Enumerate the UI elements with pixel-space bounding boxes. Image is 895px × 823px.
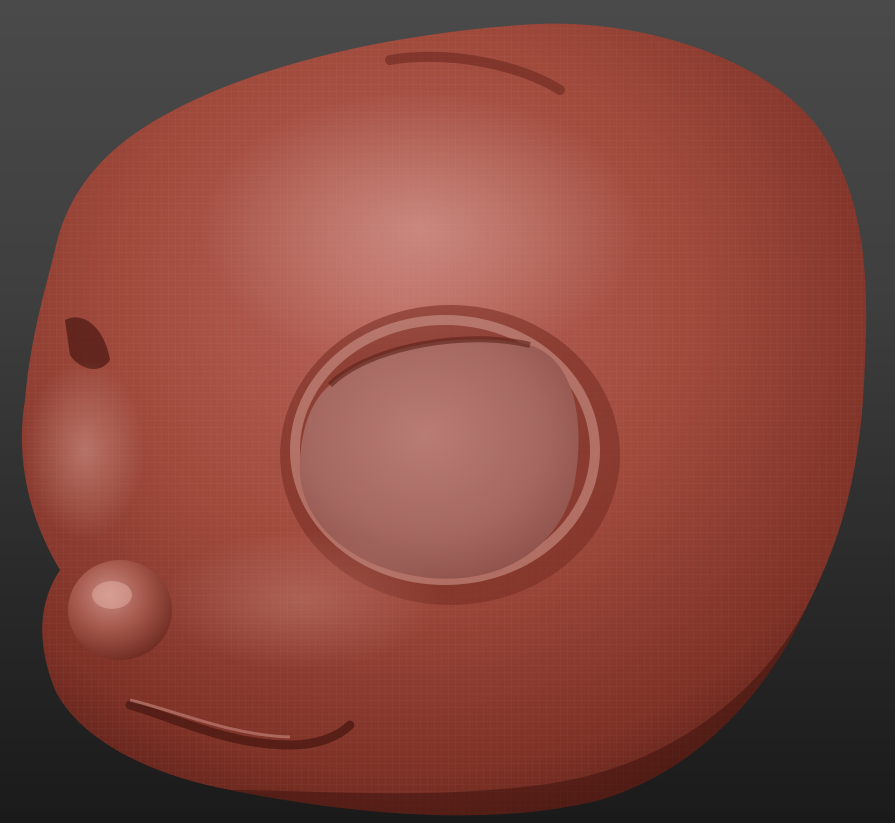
nose (68, 560, 172, 660)
nose-highlight (92, 581, 132, 609)
sculpt-canvas (21, 23, 867, 816)
cheek-highlight (160, 530, 440, 670)
muzzle-highlight (25, 360, 145, 540)
sculpt-viewport[interactable] (0, 0, 895, 823)
